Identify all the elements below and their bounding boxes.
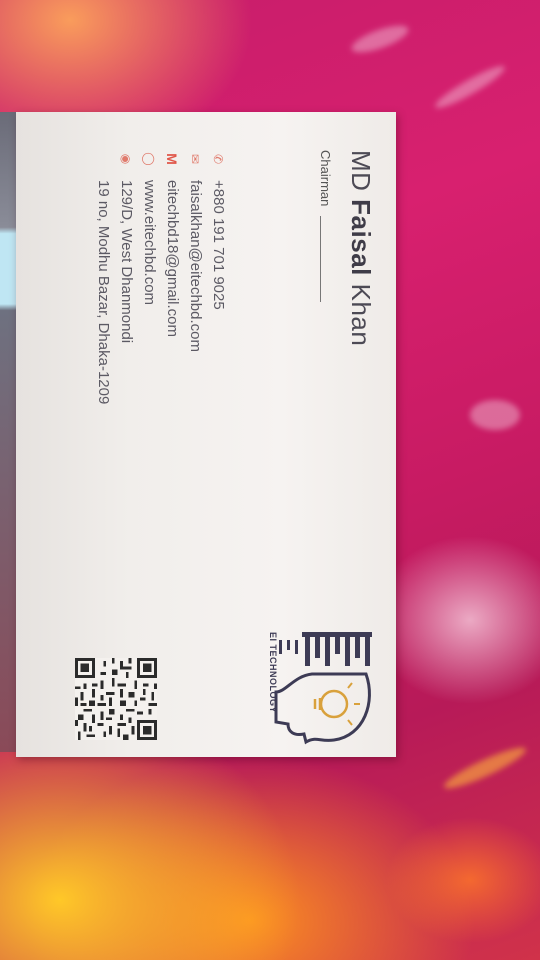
qr-code-icon [75, 658, 157, 740]
light-streak [470, 400, 520, 430]
contact-email: ✉ faisalkhan@eitechbd.com [184, 150, 207, 404]
light-streak [348, 20, 412, 58]
light-streak [431, 60, 509, 114]
phone-icon: ✆ [211, 153, 226, 165]
contact-gmail: M eitechbd18@gmail.com [161, 150, 184, 404]
gmail-text: eitechbd18@gmail.com [164, 180, 181, 337]
name-last: Khan [346, 283, 376, 347]
contact-website: ◯ www.eitechbd.com [138, 150, 161, 404]
location-icon: ◉ [119, 153, 134, 165]
address-line-1: 129/D, West Dhanmondi [118, 180, 135, 344]
globe-icon: ◯ [142, 152, 157, 166]
name-first: MD [346, 150, 376, 192]
mail-icon: ✉ [188, 153, 203, 165]
person-name: MD Faisal Khan [345, 150, 376, 346]
title-divider [320, 216, 321, 302]
card-content: MD Faisal Khan Chairman ✆ +880 191 701 9… [16, 112, 396, 757]
website-text: www.eitechbd.com [141, 180, 158, 306]
light-streak [440, 741, 530, 795]
company-name: EI TECHNOLOGY [268, 632, 278, 714]
contact-list: ✆ +880 191 701 9025 ✉ faisalkhan@eitechb… [92, 150, 230, 404]
gmail-icon: M [164, 153, 181, 165]
contact-address-2: 19 no, Modhu Bazar, Dhaka-1209 [92, 150, 115, 404]
name-middle: Faisal [346, 199, 376, 276]
email-text: faisalkhan@eitechbd.com [187, 180, 204, 352]
address-line-2: 19 no, Modhu Bazar, Dhaka-1209 [95, 180, 112, 405]
phone-text: +880 191 701 9025 [210, 180, 227, 310]
contact-address-1: ◉ 129/D, West Dhanmondi [115, 150, 138, 404]
job-title: Chairman [318, 150, 333, 207]
business-card: MD Faisal Khan Chairman ✆ +880 191 701 9… [16, 112, 396, 757]
contact-phone: ✆ +880 191 701 9025 [207, 150, 230, 404]
